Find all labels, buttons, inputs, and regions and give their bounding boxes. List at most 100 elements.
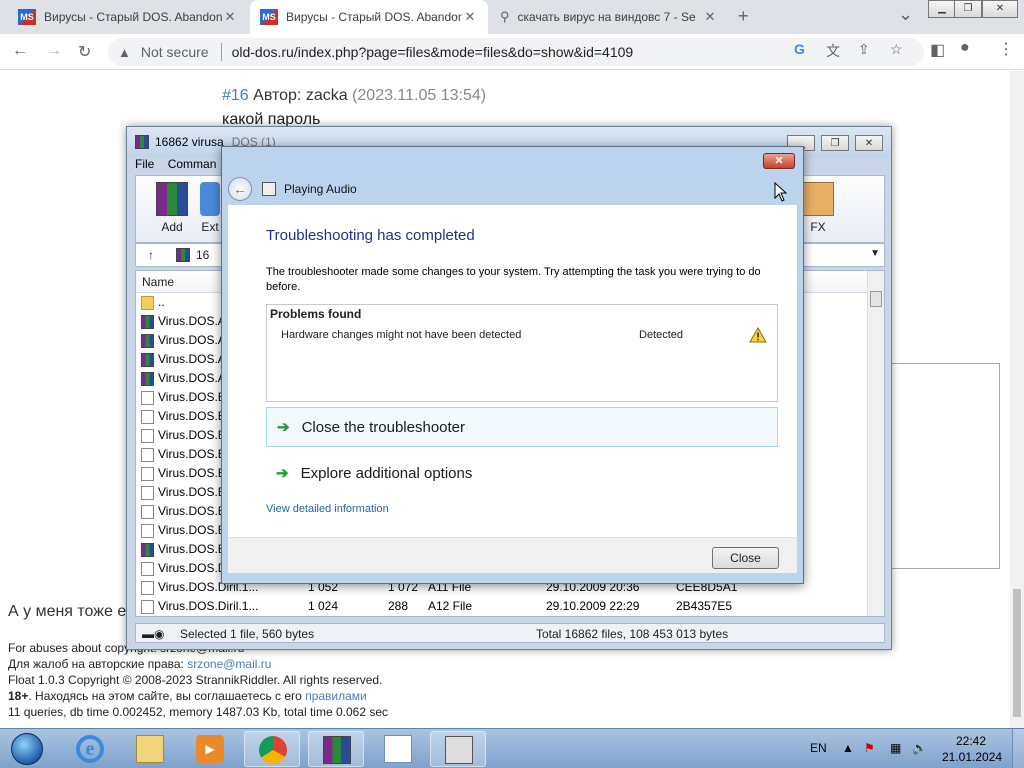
winrar-maximize-button[interactable]: ❐ xyxy=(821,135,849,151)
path-dropdown-icon[interactable]: ▼ xyxy=(870,248,880,259)
tab-search-button[interactable]: ⌄ xyxy=(898,4,913,25)
warning-icon[interactable]: ▲ xyxy=(118,45,131,60)
taskbar-notepad[interactable] xyxy=(370,731,426,767)
post-date: (2023.11.05 13:54) xyxy=(352,87,487,104)
folder-icon xyxy=(136,735,164,763)
language-indicator[interactable]: EN xyxy=(810,741,827,755)
green-arrow-icon: ➔ xyxy=(276,465,289,482)
list-scrollbar[interactable] xyxy=(867,271,884,616)
close-window-button[interactable]: ✕ xyxy=(982,0,1018,18)
menu-commands[interactable]: Comman xyxy=(168,157,217,171)
action-center-icon[interactable]: ⚑ xyxy=(864,741,875,755)
tray-arrow-icon[interactable]: ▲ xyxy=(842,741,854,755)
media-player-icon: ▶ xyxy=(196,735,224,763)
chrome-icon xyxy=(259,736,287,764)
share-icon[interactable]: ⇪ xyxy=(858,41,870,58)
back-arrow-icon[interactable]: ← xyxy=(12,42,28,60)
browser-toolbar: ← → ↻ ▲ Not secure old-dos.ru/index.php?… xyxy=(0,34,1024,70)
google-icon[interactable]: G xyxy=(794,41,805,57)
security-status[interactable]: Not secure xyxy=(141,44,209,60)
file-name: Virus.DOS.Diril.1... xyxy=(158,599,259,613)
post-number-link[interactable]: #16 xyxy=(222,87,249,104)
extract-button[interactable]: Ext xyxy=(200,182,220,234)
footer-stats: 11 queries, db time 0.002452, memory 148… xyxy=(8,705,389,719)
rar-file-icon xyxy=(141,353,154,367)
ms-favicon-icon: MS xyxy=(260,9,278,25)
file-name: Virus.DOS.B xyxy=(158,466,226,480)
taskbar-media[interactable]: ▶ xyxy=(182,731,238,767)
menu-file[interactable]: File xyxy=(135,157,154,171)
clock-time: 22:42 xyxy=(955,734,987,748)
close-troubleshooter-option[interactable]: ➔ Close the troubleshooter xyxy=(266,407,778,447)
forward-arrow-icon[interactable]: → xyxy=(46,42,62,60)
doc-file-icon xyxy=(141,429,154,443)
doc-file-icon xyxy=(141,562,154,576)
mouse-cursor-icon xyxy=(774,182,788,202)
menu-dots-icon[interactable]: ⋮ xyxy=(998,39,1014,59)
tab-title: Вирусы - Старый DOS. Abandon xyxy=(44,10,222,24)
green-arrow-icon: ➔ xyxy=(277,419,290,436)
browser-tab[interactable]: ⚲ скачать вирус на виндовс 7 - Se ✕ xyxy=(490,0,728,34)
footer-age: 18+. Находясь на этом сайте, вы соглашае… xyxy=(8,689,367,703)
winrar-close-button[interactable]: ✕ xyxy=(855,135,883,151)
problem-status: Detected xyxy=(639,329,684,341)
close-tab-icon[interactable]: ✕ xyxy=(702,9,718,25)
new-tab-button[interactable]: + xyxy=(738,6,749,27)
file-name: Virus.DOS.B xyxy=(158,409,226,423)
file-name: Virus.DOS.D xyxy=(158,561,227,575)
browser-tab-active[interactable]: MS Вирусы - Старый DOS. Abandon ✕ xyxy=(250,0,488,34)
file-name: Virus.DOS.B xyxy=(158,523,226,537)
troubleshooter-dialog: ✕ ← Playing Audio Troubleshooting has co… xyxy=(221,146,804,584)
doc-file-icon xyxy=(141,505,154,519)
taskbar-troubleshooter[interactable] xyxy=(430,731,486,767)
volume-muted-icon[interactable]: 🔈 xyxy=(912,741,927,755)
rules-link[interactable]: правилами xyxy=(305,689,367,703)
dialog-close-x-button[interactable]: ✕ xyxy=(763,153,795,169)
drive-icon: ▬◉ xyxy=(142,627,165,641)
windows-taskbar: e ▶ EN ▲ ⚑ ▦ 🔈 22:42 21.01.2024 xyxy=(0,728,1024,768)
close-tab-icon[interactable]: ✕ xyxy=(222,9,238,25)
show-desktop-button[interactable] xyxy=(1012,729,1024,768)
start-button[interactable] xyxy=(2,729,52,768)
browser-tab[interactable]: MS Вирусы - Старый DOS. Abandon ✕ xyxy=(8,0,248,34)
extract-icon xyxy=(200,182,220,216)
taskbar-ie[interactable]: e xyxy=(62,731,118,767)
close-button[interactable]: Close xyxy=(712,547,779,569)
email-link[interactable]: srzone@mail.ru xyxy=(187,657,271,671)
footer-abuse-ru: Для жалоб на авторские права: srzone@mai… xyxy=(8,657,272,671)
status-total: Total 16862 files, 108 453 013 bytes xyxy=(536,627,729,641)
file-row[interactable]: Virus.DOS.Diril.1... 1 024 288 A12 File 29.1… xyxy=(136,597,884,616)
file-name: Virus.DOS.B xyxy=(158,447,226,461)
comment-text: А у меня тоже е xyxy=(8,603,127,620)
comment-textarea[interactable] xyxy=(890,363,1000,569)
rar-file-icon xyxy=(141,372,154,386)
rar-file-icon xyxy=(141,543,154,557)
system-clock[interactable]: 22:42 21.01.2024 xyxy=(942,733,1002,765)
minimize-button[interactable]: ▁ xyxy=(928,0,956,18)
translate-icon[interactable]: 文 xyxy=(826,41,840,61)
file-name: Virus.DOS.B xyxy=(158,504,226,518)
profile-avatar-icon[interactable]: ● xyxy=(960,39,970,57)
url-text[interactable]: old-dos.ru/index.php?page=files&mode=fil… xyxy=(232,44,634,60)
problems-box: Problems found Hardware changes might no… xyxy=(266,304,778,402)
doc-file-icon xyxy=(141,410,154,424)
explore-options-option[interactable]: ➔ Explore additional options xyxy=(266,453,778,493)
close-tab-icon[interactable]: ✕ xyxy=(462,9,478,25)
file-name: Virus.DOS.A xyxy=(158,371,226,385)
side-panel-icon[interactable]: ◧ xyxy=(930,40,945,60)
taskbar-explorer[interactable] xyxy=(122,731,178,767)
add-button[interactable]: Add xyxy=(150,182,194,234)
maximize-button[interactable]: ❐ xyxy=(954,0,982,18)
taskbar-chrome[interactable] xyxy=(244,731,300,767)
bookmark-star-icon[interactable]: ☆ xyxy=(890,41,903,58)
view-details-link[interactable]: View detailed information xyxy=(266,503,389,515)
taskbar-winrar[interactable] xyxy=(308,731,364,767)
back-arrow-icon[interactable]: ← xyxy=(228,177,252,201)
network-icon[interactable]: ▦ xyxy=(890,741,901,755)
tab-title: скачать вирус на виндовс 7 - Se xyxy=(517,10,696,24)
up-arrow-icon[interactable]: ↑ xyxy=(148,248,154,262)
page-scrollbar[interactable] xyxy=(1010,71,1024,728)
file-crc: 2B4357E5 xyxy=(676,599,733,613)
reload-icon[interactable]: ↻ xyxy=(78,42,91,62)
dialog-description: The troubleshooter made some changes to … xyxy=(266,266,761,293)
